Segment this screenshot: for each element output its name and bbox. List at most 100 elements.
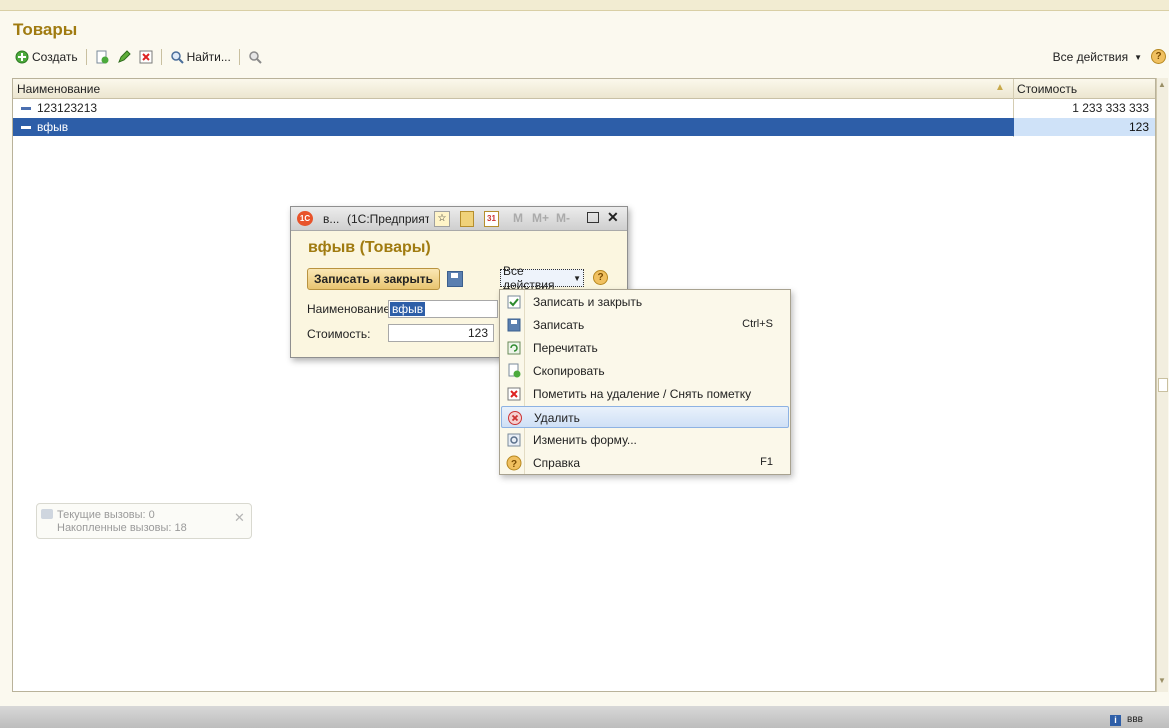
cancel-search-button[interactable]	[246, 48, 264, 66]
close-icon[interactable]: ✕	[607, 209, 619, 226]
menu-item-label: Записать	[533, 318, 585, 332]
page-title: Товары	[13, 20, 78, 39]
menu-item-label: Записать и закрыть	[533, 295, 643, 309]
row-name: 123123213	[37, 101, 98, 115]
memory-minus-button[interactable]: M-	[556, 211, 570, 225]
calculator-icon[interactable]	[460, 211, 474, 227]
price-value: 123	[467, 326, 488, 340]
toolbar-separator	[238, 49, 240, 65]
memory-plus-button[interactable]: M+	[532, 211, 549, 225]
cancel-search-icon	[248, 50, 262, 64]
delete-mark-icon	[506, 386, 522, 402]
row-name: вфыв	[37, 120, 69, 134]
find-label: Найти...	[186, 50, 231, 64]
name-field[interactable]: вфыв	[388, 300, 498, 318]
window-title-short: в...	[323, 212, 340, 226]
table-scrollbar[interactable]: ▲ ▼	[1156, 78, 1168, 692]
menu-item-label: Перечитать	[533, 341, 598, 355]
name-label: Наименование:	[307, 302, 394, 316]
help-button[interactable]: ?	[1151, 49, 1166, 64]
maximize-icon[interactable]	[587, 212, 599, 223]
top-strip	[0, 0, 1169, 11]
chevron-down-icon: ▼	[573, 273, 581, 283]
server-calls-icon	[41, 509, 53, 519]
table-row[interactable]: 123123213 1 233 333 333	[13, 99, 1155, 117]
price-label: Стоимость:	[307, 327, 371, 341]
all-actions-label: Все действия	[503, 264, 555, 292]
all-actions-button[interactable]: Все действия ▼	[500, 264, 584, 292]
all-actions-menu[interactable]: Все действия ▼	[1053, 50, 1142, 64]
toolbar-separator	[160, 49, 162, 65]
menu-item-label: Изменить форму...	[533, 433, 637, 447]
copy-icon	[95, 50, 109, 64]
mark-delete-button[interactable]	[137, 48, 155, 66]
app-logo-icon: 1C	[297, 211, 313, 226]
delete-mark-icon	[139, 50, 153, 64]
favorite-icon[interactable]: ☆	[434, 211, 450, 227]
menu-item-save-close[interactable]: Записать и закрыть	[501, 291, 789, 313]
help-icon: ?	[506, 455, 522, 471]
menu-item-change-form[interactable]: Изменить форму...	[501, 429, 789, 451]
save-close-icon	[506, 294, 522, 310]
table-header: Наименование ▲ Стоимость	[13, 79, 1155, 99]
row-value: 1 233 333 333	[1072, 101, 1149, 115]
form-heading: вфыв (Товары)	[308, 239, 431, 256]
edit-button[interactable]	[115, 48, 133, 66]
menu-item-reread[interactable]: Перечитать	[501, 337, 789, 359]
svg-text:?: ?	[511, 459, 517, 470]
price-field[interactable]: 123	[388, 324, 494, 342]
settings-icon	[506, 432, 522, 448]
scroll-thumb[interactable]	[1158, 378, 1168, 392]
toolbar: Создать Найти...	[13, 47, 264, 67]
column-header-name[interactable]: Наименование	[17, 82, 100, 96]
add-icon	[15, 50, 29, 64]
save-and-close-button[interactable]: Записать и закрыть	[307, 268, 440, 290]
accumulated-calls-text: Накопленные вызовы: 18	[57, 522, 187, 534]
scroll-down-icon[interactable]: ▼	[1158, 676, 1166, 685]
menu-item-label: Справка	[533, 456, 581, 470]
current-user: ввв	[1127, 714, 1143, 725]
current-calls-text: Текущие вызовы: 0	[57, 509, 155, 521]
column-header-price[interactable]: Стоимость	[1017, 82, 1077, 96]
menu-item-mark-delete[interactable]: Пометить на удаление / Снять пометку	[501, 383, 789, 405]
calendar-icon[interactable]: 31	[484, 211, 499, 227]
info-icon[interactable]: i	[1110, 715, 1121, 726]
copy-button[interactable]	[93, 48, 111, 66]
calls-notification: Текущие вызовы: 0 Накопленные вызовы: 18…	[36, 503, 252, 539]
scroll-up-icon[interactable]: ▲	[1158, 80, 1166, 89]
menu-item-copy[interactable]: Скопировать	[501, 360, 789, 382]
chevron-down-icon: ▼	[1134, 52, 1142, 62]
name-value: вфыв	[390, 302, 426, 316]
menu-item-delete[interactable]: Удалить	[501, 406, 789, 428]
menu-item-help[interactable]: ? Справка F1	[501, 452, 789, 474]
find-button[interactable]: Найти...	[168, 48, 233, 66]
window-title-app: (1С:Предприятие	[347, 212, 429, 226]
create-button[interactable]: Создать	[13, 48, 80, 66]
item-icon	[21, 126, 31, 129]
menu-item-label: Скопировать	[533, 364, 605, 378]
all-actions-label: Все действия	[1052, 50, 1129, 64]
create-label: Создать	[32, 50, 78, 64]
toolbar-separator	[85, 49, 87, 65]
close-icon[interactable]: ✕	[234, 510, 245, 526]
save-icon[interactable]	[447, 271, 463, 287]
window-titlebar[interactable]: 1C в... (1С:Предприятие ☆ 31 M M+ M- ✕	[291, 207, 627, 231]
memory-button[interactable]: M	[513, 211, 523, 225]
save-icon	[506, 317, 522, 333]
menu-item-shortcut: Ctrl+S	[742, 318, 773, 330]
row-value: 123	[1128, 120, 1149, 134]
all-actions-dropdown: Записать и закрыть Записать Ctrl+S Переч…	[499, 289, 791, 475]
sort-icon[interactable]: ▲	[995, 82, 1005, 93]
table-row-selected[interactable]: вфыв 123	[13, 118, 1155, 136]
pencil-icon	[117, 50, 131, 64]
status-bar: i ввв	[0, 706, 1169, 728]
menu-item-shortcut: F1	[760, 456, 773, 468]
copy-icon	[506, 363, 522, 379]
menu-item-label: Пометить на удаление / Снять пометку	[533, 387, 752, 401]
menu-item-save[interactable]: Записать Ctrl+S	[501, 314, 789, 336]
menu-item-label: Удалить	[534, 411, 580, 425]
help-button[interactable]: ?	[593, 270, 608, 285]
search-icon	[170, 50, 184, 64]
delete-icon	[507, 410, 523, 426]
refresh-icon	[506, 340, 522, 356]
